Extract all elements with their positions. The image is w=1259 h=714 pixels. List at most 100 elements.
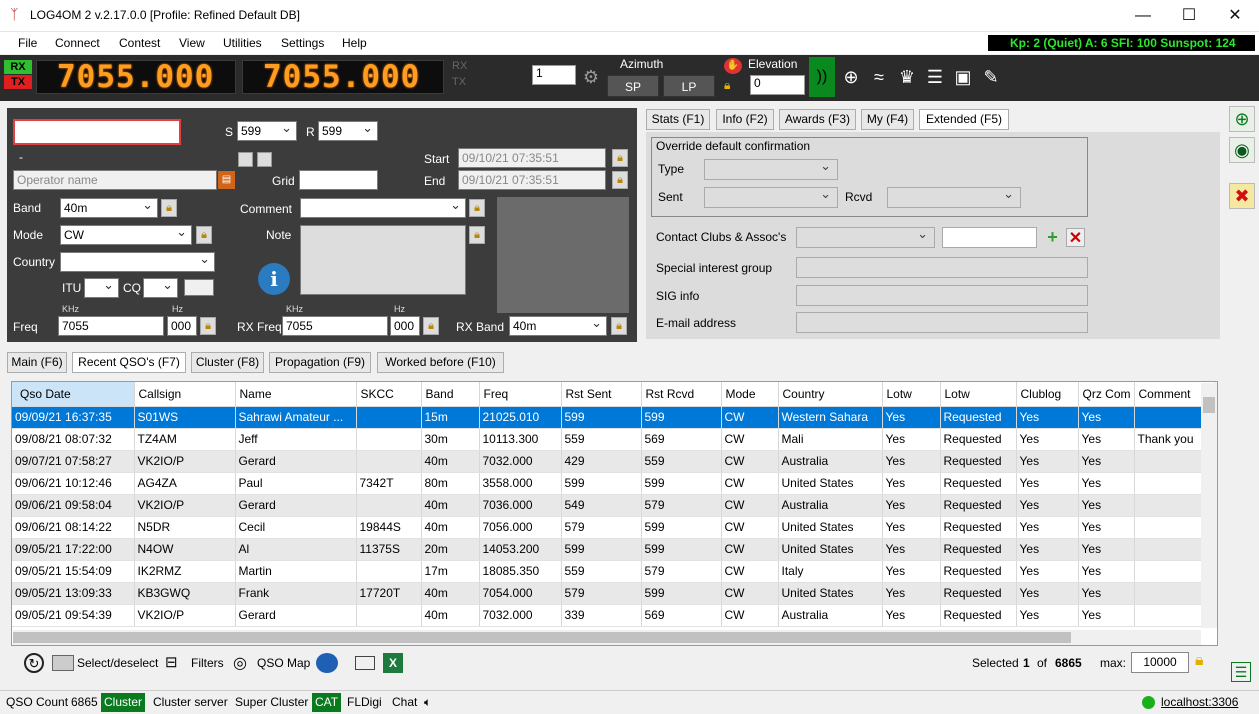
refresh-icon[interactable]: ↻ [24, 653, 44, 673]
cluster-server-status[interactable]: Cluster server [150, 693, 231, 712]
horizontal-scroll-thumb[interactable] [13, 632, 1071, 643]
table-row[interactable]: 09/07/21 07:58:27 VK2IO/P Gerard 40m 7032.00… [12, 450, 1215, 473]
max-lock-icon[interactable]: 🔒︎ [1195, 652, 1213, 674]
start-lock-icon[interactable]: 🔒︎ [612, 149, 628, 167]
rcvd-select[interactable] [887, 186, 1021, 208]
rxfreq-khz-input[interactable]: 7055 [282, 316, 388, 336]
start-time-field[interactable]: 09/10/21 07:35:51 [458, 148, 606, 168]
band-select[interactable]: 40m [60, 198, 158, 218]
table-row[interactable]: 09/06/21 10:12:46 AG4ZA Paul 7342T 80m 3558.0… [12, 472, 1215, 495]
band-lock-icon[interactable]: 🔒︎ [161, 199, 177, 217]
vertical-scroll-thumb[interactable] [1203, 397, 1215, 413]
filters-icon[interactable]: ⊟ [165, 653, 187, 673]
menu-view[interactable]: View [179, 36, 205, 50]
filters-label[interactable]: Filters [191, 656, 224, 670]
column-header[interactable]: SKCC [356, 382, 422, 407]
column-header[interactable]: Callsign [134, 382, 236, 407]
cat-status[interactable]: CAT [312, 693, 342, 712]
add-qso-icon[interactable]: ⊕ [1229, 106, 1255, 132]
remove-club-icon[interactable]: ✕ [1066, 228, 1085, 247]
select-grid-icon[interactable] [52, 655, 74, 671]
type-select[interactable] [704, 158, 838, 180]
db-server-status[interactable]: localhost:3306 [1158, 693, 1241, 712]
column-header[interactable]: Band [421, 382, 480, 407]
cluster-status[interactable]: Cluster [101, 693, 146, 712]
operator-name-input[interactable]: Operator name [13, 170, 217, 190]
column-header[interactable]: Rst Sent [561, 382, 642, 407]
menu-file[interactable]: File [18, 36, 37, 50]
vfo-stepper[interactable]: 1 [532, 65, 576, 85]
cq-select[interactable] [143, 278, 178, 298]
grid-vertical-scrollbar[interactable] [1201, 383, 1217, 628]
speaker-icon[interactable]: 🔈︎ [421, 693, 434, 712]
rst-rcvd-select[interactable]: 599 [318, 121, 378, 141]
grid-horizontal-scrollbar[interactable] [13, 630, 1201, 645]
rxband-select[interactable]: 40m [509, 316, 607, 336]
comment-lock-icon[interactable]: 🔒︎ [469, 199, 485, 217]
operator-book-icon[interactable]: ▤ [218, 171, 235, 189]
tab-propagation[interactable]: Propagation (F9) [269, 352, 371, 373]
google-earth-icon[interactable] [316, 653, 338, 673]
rxfreq-lock-icon[interactable]: 🔒︎ [423, 317, 439, 335]
extra-field[interactable] [184, 279, 214, 296]
table-row[interactable]: 09/06/21 08:14:22 N5DR Cecil 19844S 40m 7056.… [12, 516, 1215, 539]
lock-icon[interactable]: 🔒︎ [724, 78, 740, 94]
radio-icon[interactable]: ▣ [952, 66, 974, 88]
email-input[interactable] [796, 312, 1088, 333]
rig-stack-icon[interactable]: ☰ [924, 66, 946, 88]
minimize-button[interactable]: — [1120, 0, 1166, 31]
itu-select[interactable] [84, 278, 119, 298]
tab-my[interactable]: My (F4) [861, 109, 914, 130]
super-cluster-status[interactable]: Super Cluster [232, 693, 311, 712]
country-select[interactable] [60, 252, 215, 272]
note-lock-icon[interactable]: 🔒︎ [469, 226, 485, 244]
sig-info-input[interactable] [796, 285, 1088, 306]
maximize-button[interactable]: ☐ [1166, 0, 1212, 31]
tab-worked-before[interactable]: Worked before (F10) [377, 352, 504, 373]
add-club-icon[interactable]: + [1043, 228, 1062, 247]
note-textarea[interactable] [300, 225, 466, 295]
table-row[interactable]: 09/05/21 17:22:00 N4OW Al 11375S 20m 14053.20… [12, 538, 1215, 561]
column-header[interactable]: Lotw [940, 382, 1017, 407]
tx-frequency-display[interactable]: 7055.000 [242, 60, 444, 94]
flag-box-1[interactable] [238, 152, 253, 167]
excel-export-icon[interactable]: X [383, 653, 403, 673]
mode-lock-icon[interactable]: 🔒︎ [196, 226, 212, 244]
tab-awards[interactable]: Awards (F3) [779, 109, 856, 130]
rst-sent-select[interactable]: 599 [237, 121, 297, 141]
rx-frequency-display[interactable]: 7055.000 [36, 60, 236, 94]
table-row[interactable]: 09/05/21 13:09:33 KB3GWQ Frank 17720T 40m 705… [12, 582, 1215, 605]
table-row[interactable]: 09/05/21 09:54:39 VK2IO/P Gerard 40m 7032.00… [12, 604, 1215, 627]
column-header[interactable]: Freq [479, 382, 562, 407]
wifi-signal-icon[interactable]: )) [809, 57, 835, 97]
tab-extended[interactable]: Extended (F5) [919, 109, 1009, 130]
column-header[interactable]: Mode [721, 382, 779, 407]
grid-settings-icon[interactable]: ☰ [1231, 662, 1251, 682]
info-icon[interactable]: i [258, 263, 290, 295]
sent-select[interactable] [704, 186, 838, 208]
tab-stats[interactable]: Stats (F1) [646, 109, 710, 130]
freq-lock-icon[interactable]: 🔒︎ [200, 317, 216, 335]
recent-qso-grid[interactable]: Qso Date Callsign Name SKCC Band Freq Rst Sent… [11, 381, 1218, 646]
freq-hz-input[interactable]: 000 [167, 316, 197, 336]
sig-group-input[interactable] [796, 257, 1088, 278]
world-icon[interactable]: ◉ [1229, 137, 1255, 163]
table-row[interactable]: 09/05/21 15:54:09 IK2RMZ Martin 17m 18085.35… [12, 560, 1215, 583]
gear-icon[interactable]: ⚙ [580, 66, 602, 88]
rxfreq-hz-input[interactable]: 000 [390, 316, 420, 336]
clear-entry-icon[interactable]: ✖ [1229, 183, 1255, 209]
menu-utilities[interactable]: Utilities [223, 36, 262, 50]
clubs-select[interactable] [796, 226, 935, 248]
long-path-button[interactable]: LP [663, 75, 715, 97]
menu-settings[interactable]: Settings [281, 36, 324, 50]
column-header[interactable]: Country [778, 382, 883, 407]
globe-icon[interactable]: ⊕ [840, 66, 862, 88]
mode-select[interactable]: CW [60, 225, 192, 245]
windows-icon[interactable] [355, 656, 375, 670]
qso-map-icon[interactable]: ◎ [233, 653, 253, 673]
grid-input[interactable] [299, 170, 378, 190]
column-header[interactable]: Name [235, 382, 357, 407]
column-header[interactable]: Qso Date [12, 382, 135, 407]
stop-rotator-icon[interactable]: ✋ [724, 58, 742, 74]
key-icon[interactable]: ✎ [980, 66, 1002, 88]
